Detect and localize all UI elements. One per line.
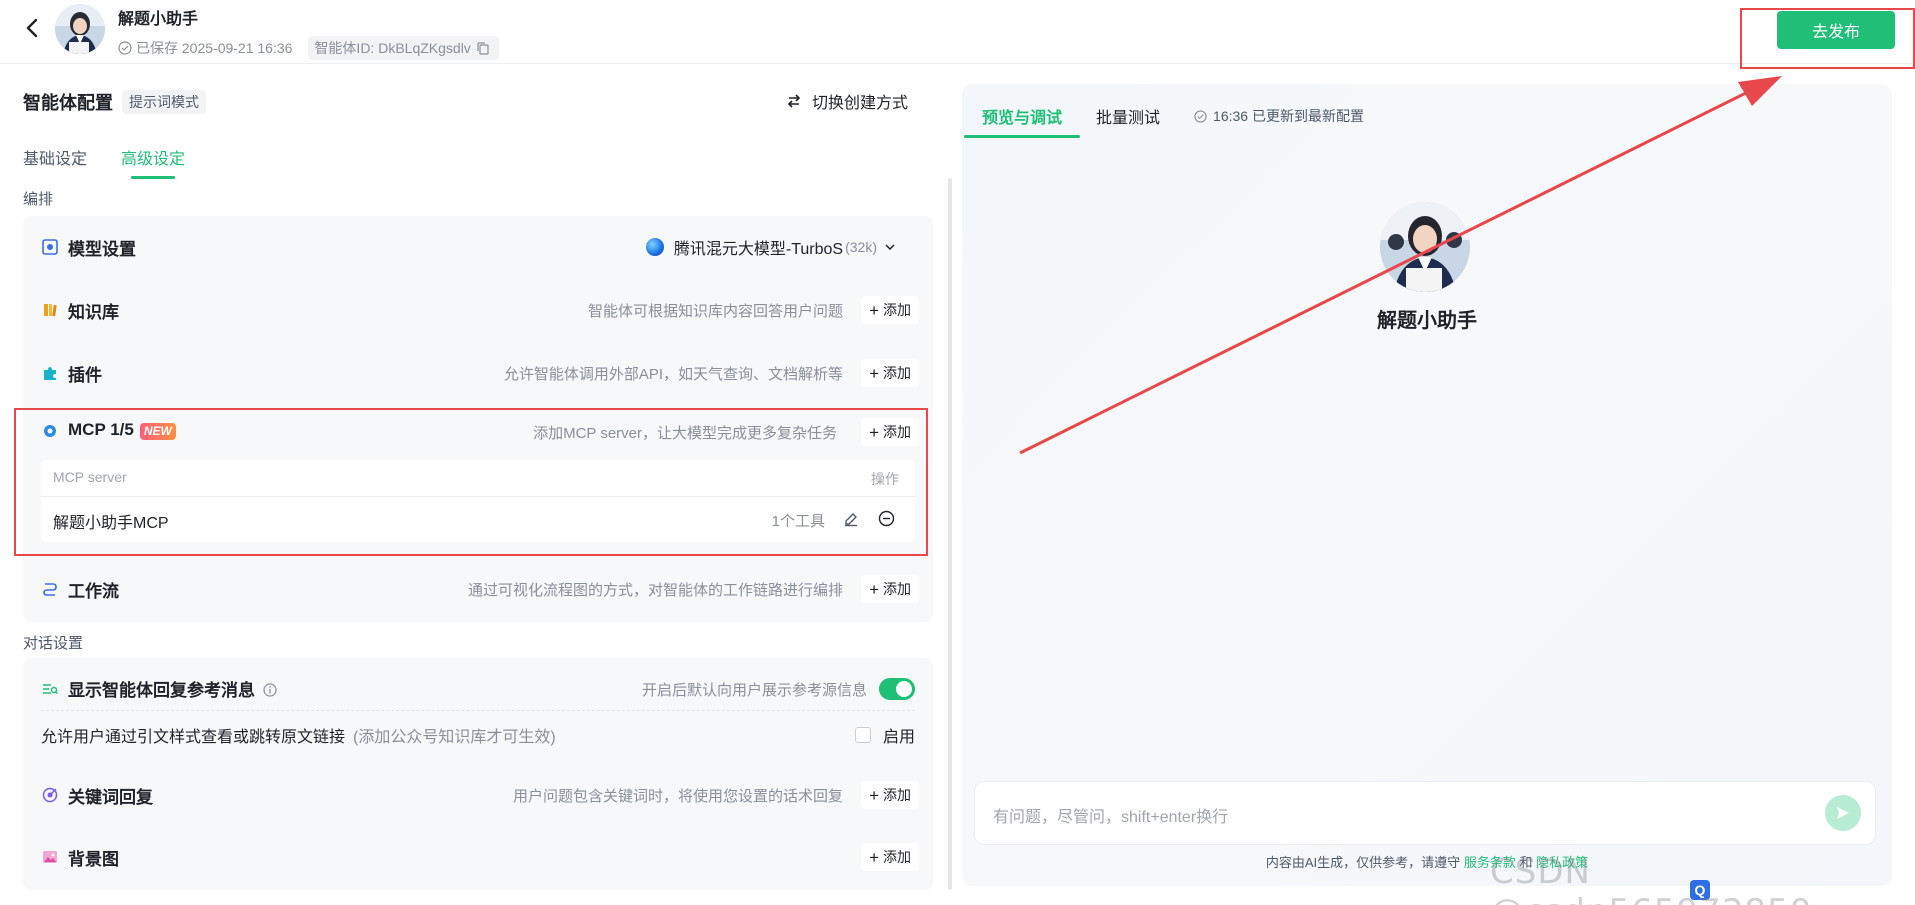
- tab-batch-test[interactable]: 批量测试: [1096, 104, 1160, 138]
- add-workflow-button[interactable]: + 添加: [861, 575, 919, 603]
- watermark: CSDN @csdn565973850: [1490, 852, 1811, 905]
- plus-icon: +: [869, 847, 879, 867]
- switch-mode-label: 切换创建方式: [812, 95, 909, 112]
- check-circle-icon: [1194, 109, 1207, 123]
- add-background-button[interactable]: + 添加: [861, 843, 919, 871]
- plugins-label: 插件: [68, 365, 102, 385]
- dialog-card: 显示智能体回复参考消息 开启后默认向用户展示参考源信息 允许用户通过引文样式查看…: [23, 658, 933, 890]
- citation-hint: (添加公众号知识库才可生效): [353, 729, 556, 746]
- puzzle-icon: [41, 364, 59, 382]
- reference-desc: 开启后默认向用户展示参考源信息: [641, 681, 867, 699]
- preview-panel: 预览与调试 批量测试 16:36 已更新到最新配置 解题小助手 有问题，尽管问，…: [962, 84, 1892, 886]
- agent-id-badge: 智能体ID: DkBLqZKgsdlv: [308, 36, 499, 60]
- citation-option: 允许用户通过引文样式查看或跳转原文链接 (添加公众号知识库才可生效): [41, 723, 556, 747]
- keyword-reply-desc: 用户问题包含关键词时，将使用您设置的话术回复: [512, 787, 843, 805]
- tab-preview-debug[interactable]: 预览与调试: [963, 104, 1081, 138]
- back-arrow-icon[interactable]: [20, 16, 44, 40]
- workflow-desc: 通过可视化流程图的方式，对智能体的工作链路进行编排: [467, 581, 843, 599]
- divider: [41, 710, 915, 711]
- dialog-section-label: 对话设置: [23, 635, 84, 652]
- chat-input[interactable]: 有问题，尽管问，shift+enter换行: [974, 781, 1876, 845]
- add-label: 添加: [883, 787, 911, 803]
- model-settings-row: 模型设置 腾讯混元大模型-TurboS (32k): [23, 216, 933, 278]
- chevron-down-icon: [885, 244, 895, 250]
- preview-tabs: 预览与调试 批量测试 16:36 已更新到最新配置: [963, 104, 1364, 138]
- plugins-desc: 允许智能体调用外部API，如天气查询、文档解析等: [503, 365, 843, 383]
- add-label: 添加: [883, 581, 911, 597]
- info-icon[interactable]: [263, 682, 277, 702]
- reference-label-wrap: 显示智能体回复参考消息: [68, 676, 277, 702]
- workflow-label: 工作流: [68, 581, 119, 601]
- update-status: 16:36 已更新到最新配置: [1194, 106, 1364, 136]
- books-icon: [41, 301, 59, 319]
- plugins-row: 插件 允许智能体调用外部API，如天气查询、文档解析等 + 添加: [23, 342, 933, 404]
- update-status-text: 16:36 已更新到最新配置: [1213, 108, 1364, 124]
- config-title: 智能体配置: [23, 93, 113, 113]
- plus-icon: +: [869, 363, 879, 383]
- add-label: 添加: [883, 849, 911, 865]
- model-icon: [41, 238, 59, 256]
- swap-icon: [787, 94, 801, 108]
- reference-toggle[interactable]: [879, 678, 915, 700]
- send-icon: [1837, 807, 1849, 819]
- plus-icon: +: [869, 785, 879, 805]
- keyword-reply-row: 关键词回复 用户问题包含关键词时，将使用您设置的话术回复 + 添加: [23, 764, 933, 826]
- mcp-highlight-box: [14, 408, 928, 556]
- background-row: 背景图 + 添加: [23, 826, 933, 888]
- bot-avatar: [1380, 202, 1470, 292]
- add-plugin-button[interactable]: + 添加: [861, 359, 919, 387]
- reference-label: 显示智能体回复参考消息: [68, 681, 255, 701]
- send-button[interactable]: [1825, 795, 1861, 831]
- enable-checkbox[interactable]: [854, 727, 871, 743]
- quote-list-icon: [41, 680, 59, 698]
- plus-icon: +: [869, 579, 879, 599]
- chat-input-placeholder: 有问题，尽管问，shift+enter换行: [993, 809, 1229, 826]
- knowledge-row: 知识库 智能体可根据知识库内容回答用户问题 + 添加: [23, 279, 933, 341]
- image-icon: [41, 848, 59, 866]
- citation-enable: 启用: [854, 723, 915, 747]
- scrollbar[interactable]: [948, 178, 952, 890]
- publish-highlight-box: [1740, 8, 1915, 69]
- config-tabs: 基础设定 高级设定: [23, 145, 219, 179]
- model-select[interactable]: 腾讯混元大模型-TurboS (32k): [645, 235, 895, 259]
- bot-name: 解题小助手: [1377, 310, 1477, 332]
- add-label: 添加: [883, 302, 911, 318]
- disclaimer-text: 内容由AI生成，仅供参考，请遵守: [1265, 855, 1461, 870]
- model-settings-label: 模型设置: [68, 239, 136, 259]
- hunyuan-logo-icon: [645, 238, 664, 256]
- model-context: (32k): [845, 239, 877, 255]
- save-status: 已保存 2025-09-21 16:36 智能体ID: DkBLqZKgsdlv: [118, 36, 499, 60]
- arrange-section-label: 编排: [23, 191, 54, 208]
- tab-advanced[interactable]: 高级设定: [121, 145, 185, 179]
- avatar: [55, 4, 105, 54]
- model-name: 腾讯混元大模型-TurboS: [673, 241, 844, 258]
- agent-id-text: 智能体ID: DkBLqZKgsdlv: [314, 40, 471, 56]
- knowledge-label: 知识库: [68, 302, 119, 322]
- check-circle-icon: [118, 41, 132, 55]
- enable-label: 启用: [882, 729, 915, 746]
- tab-basic[interactable]: 基础设定: [23, 145, 87, 179]
- keyword-reply-label: 关键词回复: [68, 787, 153, 807]
- citation-text: 允许用户通过引文样式查看或跳转原文链接: [41, 729, 346, 746]
- copy-icon[interactable]: [477, 41, 489, 55]
- plus-icon: +: [869, 300, 879, 320]
- add-keyword-button[interactable]: + 添加: [861, 781, 919, 809]
- knowledge-desc: 智能体可根据知识库内容回答用户问题: [587, 302, 843, 320]
- target-icon: [41, 786, 59, 804]
- workflow-icon: [41, 580, 59, 598]
- app-name: 解题小助手: [118, 11, 199, 28]
- switch-mode-button[interactable]: 切换创建方式: [786, 89, 908, 113]
- add-knowledge-button[interactable]: + 添加: [861, 296, 919, 324]
- mode-tag: 提示词模式: [122, 90, 206, 114]
- background-label: 背景图: [68, 849, 119, 869]
- workflow-row: 工作流 通过可视化流程图的方式，对智能体的工作链路进行编排 + 添加: [23, 558, 933, 620]
- add-label: 添加: [883, 365, 911, 381]
- top-header: 解题小助手 已保存 2025-09-21 16:36 智能体ID: DkBLqZ…: [0, 0, 1915, 69]
- saved-time: 已保存 2025-09-21 16:36: [136, 40, 293, 56]
